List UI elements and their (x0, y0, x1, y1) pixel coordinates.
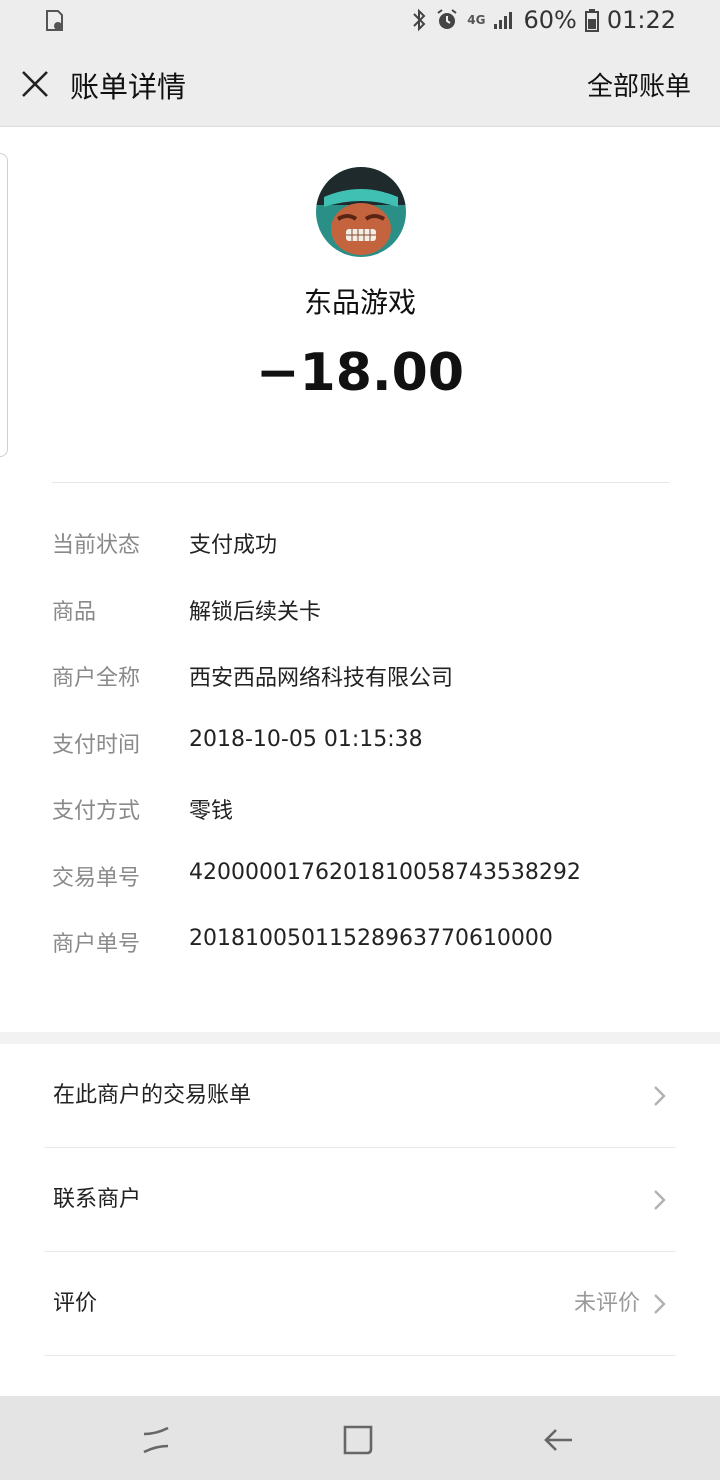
detail-value: 解锁后续关卡 (189, 599, 322, 625)
alarm-icon (435, 8, 459, 32)
detail-value: 20181005011528963770610000 (189, 926, 553, 951)
detail-value: 支付成功 (189, 533, 278, 558)
transaction-details: 当前状态 支付成功 商品 解锁后续关卡 商户全称 西安西品网络科技有限公司 支付… (52, 527, 682, 993)
status-icons: 4G 60% 01:22 (411, 6, 676, 34)
detail-value: 零钱 (189, 799, 234, 824)
battery-percent: 60% (523, 6, 577, 34)
detail-label: 商户单号 (52, 932, 141, 957)
merchant-bills-item[interactable]: 在此商户的交易账单 (44, 1044, 676, 1148)
action-list: 在此商户的交易账单 联系商户 评价 未评价 (0, 1044, 720, 1356)
detail-row-payment-method: 支付方式 零钱 (52, 793, 682, 860)
divider (52, 482, 669, 483)
bluetooth-icon (411, 7, 427, 33)
detail-label: 支付方式 (52, 799, 141, 824)
all-bills-link[interactable]: 全部账单 (587, 66, 691, 103)
network-type-label: 4G (467, 13, 486, 27)
close-icon[interactable] (20, 69, 50, 99)
menu-label: 评价 (53, 1291, 98, 1316)
status-time: 01:22 (606, 6, 676, 34)
payment-amount: −18.00 (255, 343, 465, 403)
detail-label: 商户全称 (52, 666, 141, 691)
rating-item[interactable]: 评价 未评价 (44, 1252, 676, 1356)
merchant-name: 东品游戏 (303, 286, 416, 319)
detail-value: 西安西品网络科技有限公司 (189, 666, 454, 691)
detail-value: 2018-10-05 01:15:38 (189, 726, 423, 752)
back-icon[interactable] (538, 1420, 578, 1460)
section-divider (0, 1032, 720, 1044)
recent-apps-icon[interactable] (136, 1420, 176, 1460)
chevron-right-icon (654, 1086, 666, 1106)
battery-icon (584, 8, 599, 32)
home-icon[interactable] (338, 1420, 378, 1460)
detail-row-status: 当前状态 支付成功 (52, 527, 682, 594)
detail-label: 商品 (52, 599, 97, 625)
chevron-right-icon (654, 1294, 666, 1314)
menu-label: 联系商户 (53, 1187, 142, 1212)
detail-label: 当前状态 (52, 533, 141, 558)
detail-row-product: 商品 解锁后续关卡 (52, 594, 682, 661)
page-title: 账单详情 (70, 70, 187, 104)
app-header: 账单详情 全部账单 (0, 44, 720, 127)
detail-value: 4200000176201810058743538292 (189, 859, 581, 885)
contact-merchant-item[interactable]: 联系商户 (44, 1148, 676, 1252)
merchant-avatar (316, 167, 406, 257)
chevron-right-icon (654, 1190, 666, 1210)
menu-label: 在此商户的交易账单 (53, 1083, 252, 1108)
detail-row-payment-time: 支付时间 2018-10-05 01:15:38 (52, 727, 682, 794)
signal-icon (493, 9, 515, 31)
detail-row-transaction-id: 交易单号 4200000176201810058743538292 (52, 860, 682, 927)
detail-label: 支付时间 (52, 732, 141, 758)
system-nav-bar (0, 1396, 720, 1480)
rating-status: 未评价 (573, 1291, 640, 1316)
detail-row-merchant-order-id: 商户单号 20181005011528963770610000 (52, 926, 682, 993)
detail-label: 交易单号 (52, 865, 141, 891)
status-bar: 4G 60% 01:22 (0, 0, 720, 44)
screen-record-icon (44, 9, 66, 37)
bill-detail-content: 东品游戏 −18.00 当前状态 支付成功 商品 解锁后续关卡 商户全称 西安西… (0, 127, 720, 1396)
detail-row-merchant-fullname: 商户全称 西安西品网络科技有限公司 (52, 660, 682, 727)
